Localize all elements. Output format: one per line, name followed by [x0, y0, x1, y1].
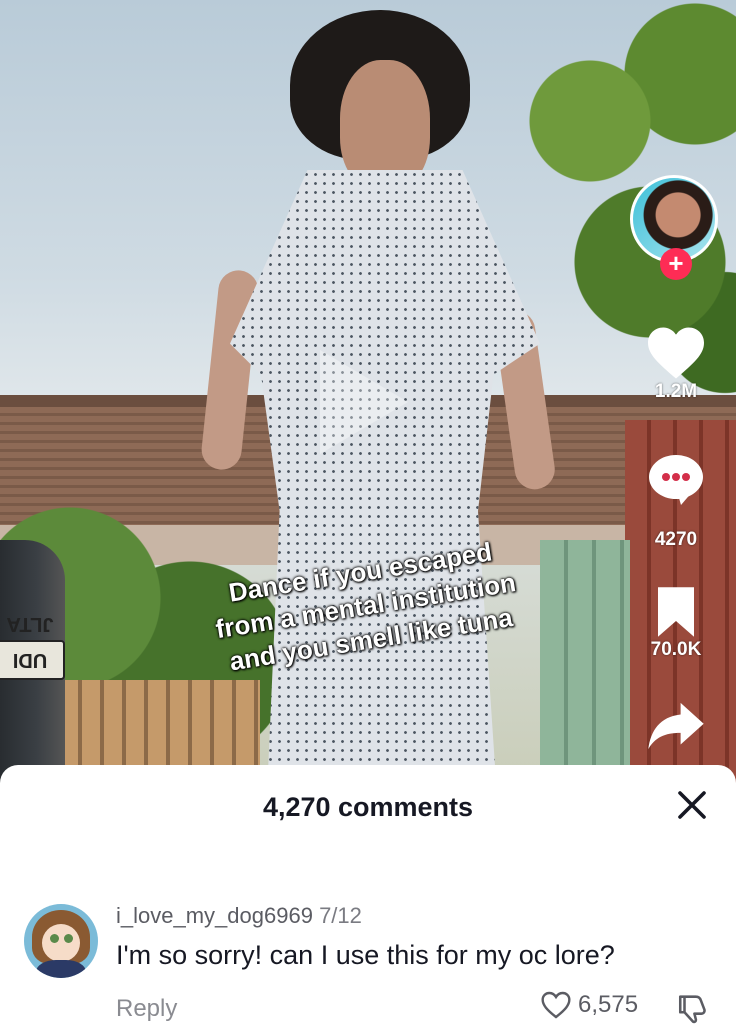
comment-heart-icon[interactable] — [540, 990, 572, 1020]
license-plate: UDI JLTA — [0, 613, 65, 680]
share-icon[interactable] — [646, 700, 706, 752]
play-icon[interactable] — [320, 350, 408, 454]
share-action[interactable] — [630, 700, 722, 752]
comment-like-count: 6,575 — [578, 991, 639, 1018]
video-player[interactable]: UDI JLTA Dance if you escaped from a men… — [0, 0, 736, 790]
bookmark-count: 70.0K — [650, 639, 702, 660]
comment-date: 7/12 — [319, 903, 362, 928]
comments-sheet: 4,270 comments i_love_my_dog6969 7/12 I'… — [0, 765, 736, 1025]
comment-meta: i_love_my_dog6969 7/12 — [116, 903, 362, 929]
bookmark-icon[interactable] — [653, 585, 699, 639]
dislike-icon[interactable] — [675, 991, 711, 1025]
commenter-avatar[interactable] — [24, 904, 98, 978]
reply-button[interactable]: Reply — [116, 995, 177, 1023]
bookmark-action[interactable]: 70.0K — [630, 585, 722, 661]
comments-title: 4,270 comments — [262, 792, 474, 822]
like-count: 1.2M — [654, 381, 698, 402]
comment-action[interactable]: 4270 — [630, 455, 722, 551]
close-icon[interactable] — [674, 787, 710, 823]
comment-like[interactable]: 6,575 — [540, 990, 638, 1020]
follow-button[interactable]: + — [660, 248, 692, 280]
heart-icon[interactable] — [645, 325, 707, 381]
comment-icon[interactable] — [647, 455, 705, 507]
comment-username[interactable]: i_love_my_dog6969 — [116, 903, 313, 928]
like-action[interactable]: 1.2M — [630, 325, 722, 403]
comment-count: 4270 — [654, 529, 698, 550]
comment-text: I'm so sorry! can I use this for my oc l… — [116, 940, 615, 970]
hospital-gown — [230, 170, 540, 790]
